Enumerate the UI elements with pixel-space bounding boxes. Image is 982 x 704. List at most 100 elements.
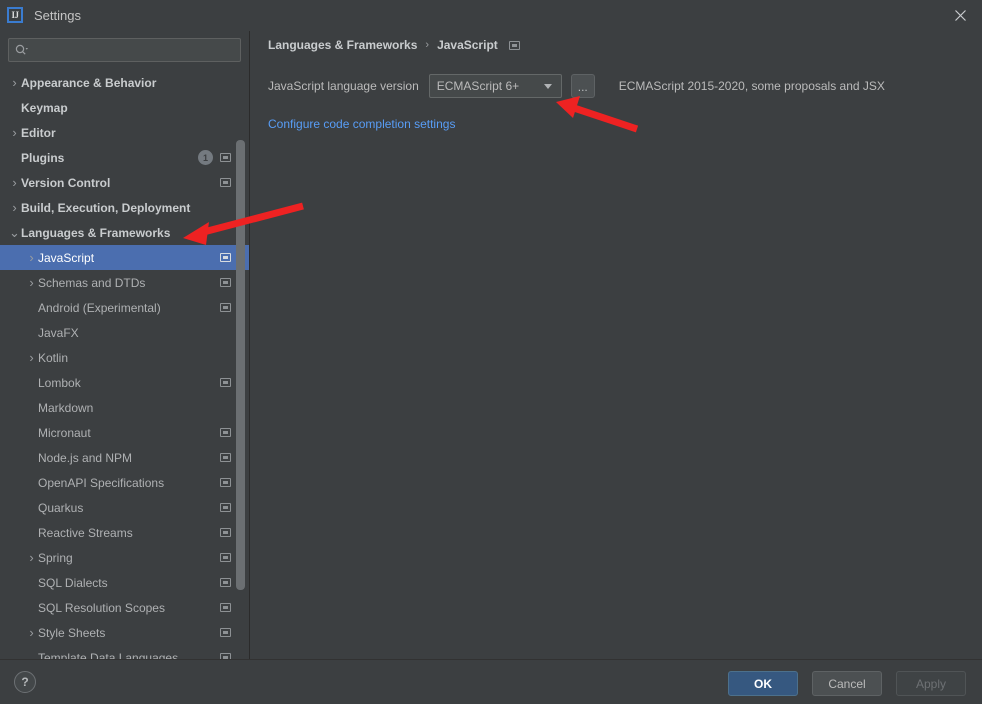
search-container [0,31,249,62]
breadcrumb: Languages & Frameworks › JavaScript [268,38,520,52]
project-scope-icon [220,553,231,562]
sidebar-item-indicators [220,520,231,545]
sidebar-item-javafx[interactable]: JavaFX [0,320,249,345]
sidebar-item-indicators [220,445,231,470]
settings-sidebar: › Appearance & Behavior Keymap › Editor Plugi… [0,31,250,659]
sidebar-item-appearance-behavior[interactable]: › Appearance & Behavior [0,70,249,95]
language-version-hint: ECMAScript 2015-2020, some proposals and… [618,79,885,93]
language-version-row: JavaScript language version ECMAScript 6… [268,74,885,98]
sidebar-item-sql-resolution-scopes[interactable]: SQL Resolution Scopes [0,595,249,620]
sidebar-item-build-execution-deployment[interactable]: › Build, Execution, Deployment [0,195,249,220]
sidebar-item-quarkus[interactable]: Quarkus [0,495,249,520]
language-version-label: JavaScript language version [268,79,419,93]
sidebar-item-markdown[interactable]: Markdown [0,395,249,420]
project-scope-icon [220,253,231,262]
sidebar-item-indicators [220,295,231,320]
chevron-down-icon[interactable]: ⌄ [8,226,21,239]
sidebar-item-sql-dialects[interactable]: SQL Dialects [0,570,249,595]
help-button[interactable]: ? [14,671,36,693]
search-box[interactable] [8,38,241,62]
sidebar-item-indicators [220,570,231,595]
sidebar-item-schemas-and-dtds[interactable]: › Schemas and DTDs [0,270,249,295]
chevron-right-icon[interactable]: › [25,625,38,640]
project-scope-icon [220,478,231,487]
sidebar-item-label: Lombok [38,375,81,390]
project-scope-icon [220,178,231,187]
chevron-down-icon [543,83,552,89]
language-version-value: ECMAScript 6+ [436,79,520,93]
settings-dialog: IJ Settings › Appearance & Behavior Keym… [0,0,982,704]
settings-tree: › Appearance & Behavior Keymap › Editor Plugi… [0,70,249,659]
title-bar: IJ Settings [0,0,982,31]
chevron-right-icon[interactable]: › [8,175,21,190]
sidebar-item-label: SQL Dialects [38,575,108,590]
cancel-button[interactable]: Cancel [812,671,882,696]
sidebar-item-lombok[interactable]: Lombok [0,370,249,395]
sidebar-item-indicators [220,620,231,645]
sidebar-item-label: JavaFX [38,325,79,340]
sidebar-item-kotlin[interactable]: › Kotlin [0,345,249,370]
breadcrumb-parent[interactable]: Languages & Frameworks [268,38,417,52]
sidebar-item-android-experimental[interactable]: Android (Experimental) [0,295,249,320]
dialog-footer: ? OK Cancel Apply [0,659,982,704]
sidebar-item-template-data-languages[interactable]: Template Data Languages [0,645,249,659]
sidebar-item-style-sheets[interactable]: › Style Sheets [0,620,249,645]
sidebar-item-keymap[interactable]: Keymap [0,95,249,120]
sidebar-item-label: Kotlin [38,350,69,365]
language-version-more-button[interactable]: ... [570,74,595,98]
sidebar-item-label: Style Sheets [38,625,106,640]
project-scope-icon [220,278,231,287]
sidebar-item-label: Android (Experimental) [38,300,161,315]
sidebar-item-indicators [220,645,231,659]
project-scope-icon [220,628,231,637]
chevron-right-icon[interactable]: › [25,350,38,365]
sidebar-item-languages-frameworks[interactable]: ⌄ Languages & Frameworks [0,220,249,245]
chevron-right-icon[interactable]: › [25,250,38,265]
sidebar-item-label: Template Data Languages [38,650,179,660]
chevron-right-icon[interactable]: › [8,125,21,140]
sidebar-item-indicators [220,495,231,520]
sidebar-item-editor[interactable]: › Editor [0,120,249,145]
search-icon [15,44,29,56]
chevron-right-icon[interactable]: › [8,200,21,215]
sidebar-item-label: JavaScript [38,250,95,265]
sidebar-item-indicators [220,245,231,270]
intellij-logo-icon: IJ [7,7,23,23]
sidebar-item-label: Appearance & Behavior [21,75,157,90]
sidebar-item-label: Micronaut [38,425,91,440]
sidebar-item-label: Editor [21,125,56,140]
chevron-right-icon[interactable]: › [25,550,38,565]
sidebar-item-reactive-streams[interactable]: Reactive Streams [0,520,249,545]
sidebar-item-spring[interactable]: › Spring [0,545,249,570]
project-scope-icon [220,503,231,512]
configure-code-completion-link[interactable]: Configure code completion settings [268,117,455,131]
sidebar-item-label: Node.js and NPM [38,450,133,465]
close-icon[interactable] [938,0,982,31]
search-input[interactable] [29,40,240,60]
ok-button[interactable]: OK [728,671,798,696]
sidebar-item-label: Reactive Streams [38,525,133,540]
sidebar-item-node-js-and-npm[interactable]: Node.js and NPM [0,445,249,470]
sidebar-item-label: Quarkus [38,500,84,515]
project-scope-icon [220,453,231,462]
project-scope-icon [220,528,231,537]
sidebar-item-label: Spring [38,550,73,565]
sidebar-item-javascript[interactable]: › JavaScript [0,245,249,270]
apply-button: Apply [896,671,966,696]
sidebar-item-label: Keymap [21,100,68,115]
sidebar-scrollbar-track[interactable] [236,70,247,657]
sidebar-scrollbar-thumb[interactable] [236,140,245,590]
sidebar-item-micronaut[interactable]: Micronaut [0,420,249,445]
sidebar-item-openapi-specifications[interactable]: OpenAPI Specifications [0,470,249,495]
sidebar-item-indicators [220,270,231,295]
sidebar-item-version-control[interactable]: › Version Control [0,170,249,195]
sidebar-item-label: Build, Execution, Deployment [21,200,191,215]
sidebar-item-plugins[interactable]: Plugins 1 [0,145,249,170]
sidebar-item-indicators [220,170,231,195]
language-version-dropdown[interactable]: ECMAScript 6+ [428,74,562,98]
sidebar-item-label: Version Control [21,175,111,190]
chevron-right-icon[interactable]: › [8,75,21,90]
sidebar-item-indicators [220,420,231,445]
chevron-right-icon[interactable]: › [25,275,38,290]
project-scope-icon [508,40,520,50]
